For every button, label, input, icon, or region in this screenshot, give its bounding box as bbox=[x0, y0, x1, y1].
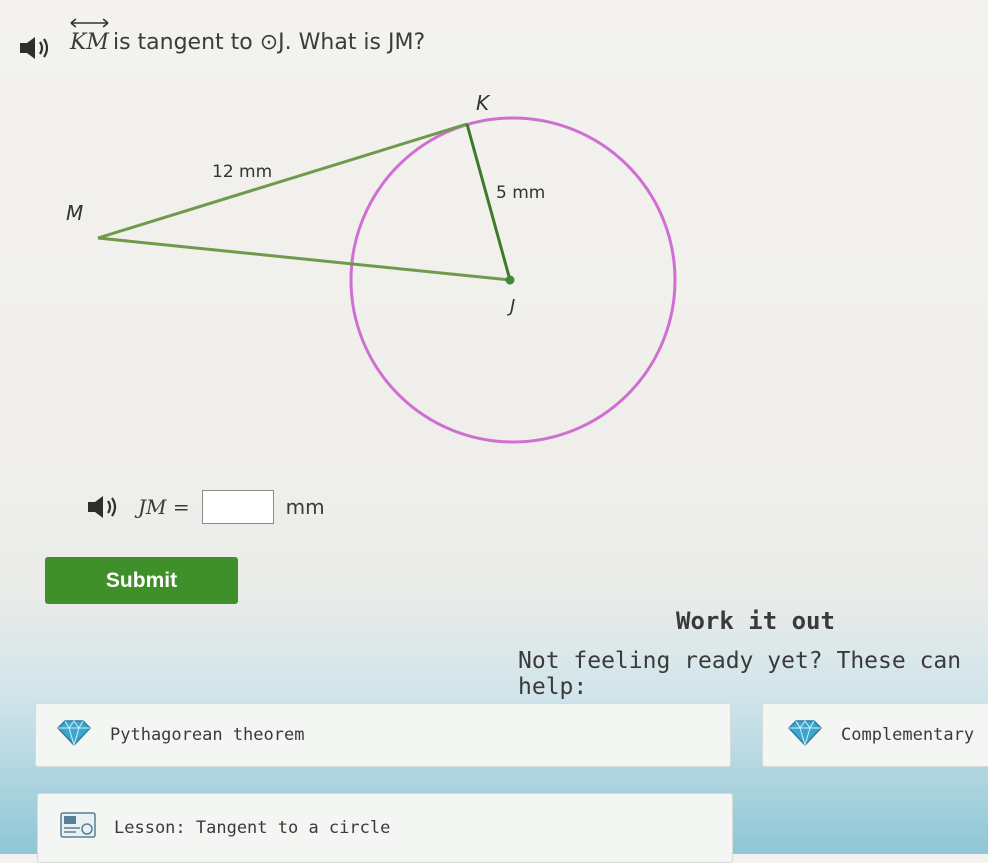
lesson-icon bbox=[60, 811, 98, 845]
help-card-label: Lesson: Tangent to a circle bbox=[114, 818, 391, 838]
label-kj-length: 5 mm bbox=[496, 183, 545, 203]
question-rest-text: is tangent to ⊙J. What is JM? bbox=[112, 30, 426, 55]
work-it-out-title: Work it out bbox=[676, 607, 835, 635]
diamond-icon bbox=[56, 719, 92, 752]
label-km-length: 12 mm bbox=[212, 162, 272, 182]
answer-input[interactable] bbox=[201, 490, 274, 524]
line-km-text: KM bbox=[70, 30, 109, 55]
submit-button[interactable]: Submit bbox=[45, 557, 238, 604]
question-speaker-icon[interactable] bbox=[18, 34, 58, 62]
answer-speaker-icon[interactable] bbox=[86, 493, 126, 521]
help-card-label: Pythagorean theorem bbox=[110, 725, 305, 745]
work-it-out-subtitle: Not feeling ready yet? These can help: bbox=[518, 648, 962, 700]
help-card-pythagorean[interactable]: Pythagorean theorem bbox=[35, 703, 731, 767]
answer-label: JM = bbox=[138, 495, 190, 519]
answer-row: JM = mm bbox=[86, 490, 325, 524]
segment-km bbox=[97, 122, 468, 240]
help-card-lesson[interactable]: Lesson: Tangent to a circle bbox=[37, 793, 733, 863]
answer-unit: mm bbox=[285, 495, 325, 519]
question-text: KM is tangent to ⊙J. What is JM? bbox=[70, 18, 426, 55]
label-m: M bbox=[66, 201, 83, 225]
help-card-complementary[interactable]: Complementary bbox=[762, 703, 988, 767]
segment-mj bbox=[97, 236, 511, 282]
tangent-circle-diagram: K M J 12 mm 5 mm bbox=[66, 91, 677, 444]
label-k: K bbox=[476, 91, 491, 115]
line-km-label: KM bbox=[70, 18, 109, 55]
diamond-icon bbox=[787, 719, 823, 752]
point-j bbox=[505, 275, 515, 285]
help-card-label: Complementary bbox=[841, 725, 975, 745]
double-arrow-icon bbox=[70, 18, 109, 28]
label-j: J bbox=[507, 296, 515, 317]
